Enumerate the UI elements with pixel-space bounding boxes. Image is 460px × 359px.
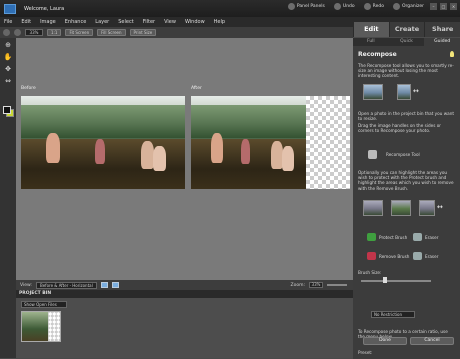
canvas-area: Before After [16, 38, 353, 280]
menu-file[interactable]: File [4, 19, 12, 25]
menu-image[interactable]: Image [40, 19, 56, 25]
tab-create[interactable]: Create [388, 22, 425, 37]
step-open-text: Open a photo in the project bin that you… [358, 111, 454, 122]
zoom-field[interactable]: 33% [25, 29, 43, 36]
title-bar: Welcome, Laura Panel Panels Undo Redo Or… [0, 0, 460, 17]
edit-mode-tabs: Full Quick Guided [353, 38, 460, 46]
remove-eraser-button[interactable]: Eraser [413, 252, 438, 260]
step-drag-text: Drag the image handles on the sides or c… [358, 123, 441, 134]
undo-button[interactable]: Undo [333, 3, 355, 10]
menu-layer[interactable]: Layer [95, 19, 109, 25]
foreground-color-swatch[interactable] [3, 106, 11, 114]
tab-edit[interactable]: Edit [353, 22, 389, 37]
recompose-tool-icon[interactable]: ⇔ [3, 76, 13, 86]
before-label: Before [21, 86, 36, 91]
protect-brush-icon [367, 233, 376, 241]
zoom-tool-icon[interactable]: ⊕ [3, 40, 13, 50]
tools-panel: ⊕ ✋ ✥ ⇔ [0, 38, 16, 358]
zoom-slider[interactable] [327, 284, 347, 286]
menu-help[interactable]: Help [214, 19, 225, 25]
tab-full[interactable]: Full [353, 38, 389, 46]
print-size-button[interactable]: Print Size [129, 29, 157, 36]
window-title: Welcome, Laura [24, 5, 65, 12]
menu-filter[interactable]: Filter [143, 19, 155, 25]
tab-share[interactable]: Share [424, 22, 460, 37]
after-label: After [191, 86, 202, 91]
sync-view-icon[interactable] [111, 282, 119, 288]
example-before-image [363, 84, 383, 100]
swap-view-icon[interactable] [100, 282, 108, 288]
view-mode-select[interactable]: Before & After - Horizontal [35, 281, 97, 289]
eraser-icon [413, 233, 422, 241]
before-photo[interactable] [21, 96, 185, 189]
tab-quick[interactable]: Quick [389, 38, 425, 46]
view-label: View: [20, 282, 32, 288]
panels-icon [287, 3, 295, 10]
workspace-tabs: Edit Create Share [353, 22, 460, 37]
menu-window[interactable]: Window [185, 19, 205, 25]
menu-select[interactable]: Select [118, 19, 133, 25]
remove-brush-button[interactable]: Remove Brush [367, 252, 409, 260]
fill-screen-button[interactable]: Fill Screen [97, 29, 126, 36]
tab-guided[interactable]: Guided [424, 38, 460, 46]
protect-eraser-button[interactable]: Eraser [413, 233, 438, 241]
panel-heading: Recompose [358, 51, 397, 58]
brush-resize-arrow-icon: ↔ [437, 203, 443, 211]
tip-bulb-icon[interactable] [450, 51, 454, 57]
brush-example-2 [391, 200, 411, 216]
minimize-icon[interactable]: – [430, 3, 437, 10]
maximize-icon[interactable]: □ [440, 3, 447, 10]
after-photo[interactable] [191, 96, 306, 189]
hand-tool-icon[interactable]: ✋ [3, 52, 13, 62]
undo-icon [333, 3, 341, 10]
zoom-in-icon[interactable] [3, 29, 10, 36]
recompose-tool-label: Recompose Tool [386, 152, 420, 157]
example-after-image [397, 84, 411, 100]
fit-screen-button[interactable]: Fit Screen [65, 29, 94, 36]
zoom-out-icon[interactable] [14, 29, 21, 36]
close-icon[interactable]: × [450, 3, 457, 10]
eraser-icon [413, 252, 422, 260]
transparent-area [306, 96, 350, 189]
brush-size-slider-knob[interactable] [383, 277, 387, 283]
project-bin-header[interactable]: PROJECT BIN [16, 290, 353, 298]
redo-icon [363, 3, 371, 10]
cancel-button[interactable]: Cancel [410, 337, 454, 345]
actual-pixels-button[interactable]: 1:1 [47, 29, 62, 36]
view-zoom-field[interactable]: 33% [309, 282, 323, 288]
preset-label: Preset: [358, 350, 373, 355]
remove-brush-icon [367, 252, 376, 260]
bin-filter-select[interactable]: Show Open Files [21, 301, 67, 308]
brush-example-1 [363, 200, 383, 216]
protect-brush-button[interactable]: Protect Brush [367, 233, 407, 241]
zoom-label: Zoom: [290, 282, 306, 288]
redo-button[interactable]: Redo [363, 3, 384, 10]
move-tool-icon[interactable]: ✥ [3, 64, 13, 74]
resize-arrow-icon: ↔ [413, 87, 419, 95]
menu-view[interactable]: View [164, 19, 176, 25]
intro-text: The Recompose tool allows you to smartly… [358, 63, 454, 79]
brush-size-slider[interactable] [361, 280, 431, 282]
brush-example-3 [419, 200, 435, 216]
editor-window: Welcome, Laura Panel Panels Undo Redo Or… [0, 0, 460, 359]
preset-select[interactable]: No Restriction [371, 311, 415, 318]
done-button[interactable]: Done [363, 337, 407, 345]
step-brush-text: Optionally you can highlight the areas y… [358, 170, 454, 191]
organizer-button[interactable]: Organizer [392, 3, 424, 10]
project-bin: Show Open Files [16, 298, 353, 358]
app-logo-icon [4, 3, 16, 14]
organizer-icon [392, 3, 400, 10]
menu-edit[interactable]: Edit [21, 19, 31, 25]
bin-thumbnail[interactable] [21, 311, 61, 342]
brush-size-label: Brush Size: [358, 270, 382, 275]
panel-panels-button[interactable]: Panel Panels [287, 3, 325, 10]
view-bar: View: Before & After - Horizontal Zoom: … [16, 280, 353, 290]
options-bar: 33% 1:1 Fit Screen Fill Screen Print Siz… [0, 27, 353, 38]
menu-enhance[interactable]: Enhance [65, 19, 87, 25]
recompose-tool-button-icon[interactable] [368, 150, 377, 159]
